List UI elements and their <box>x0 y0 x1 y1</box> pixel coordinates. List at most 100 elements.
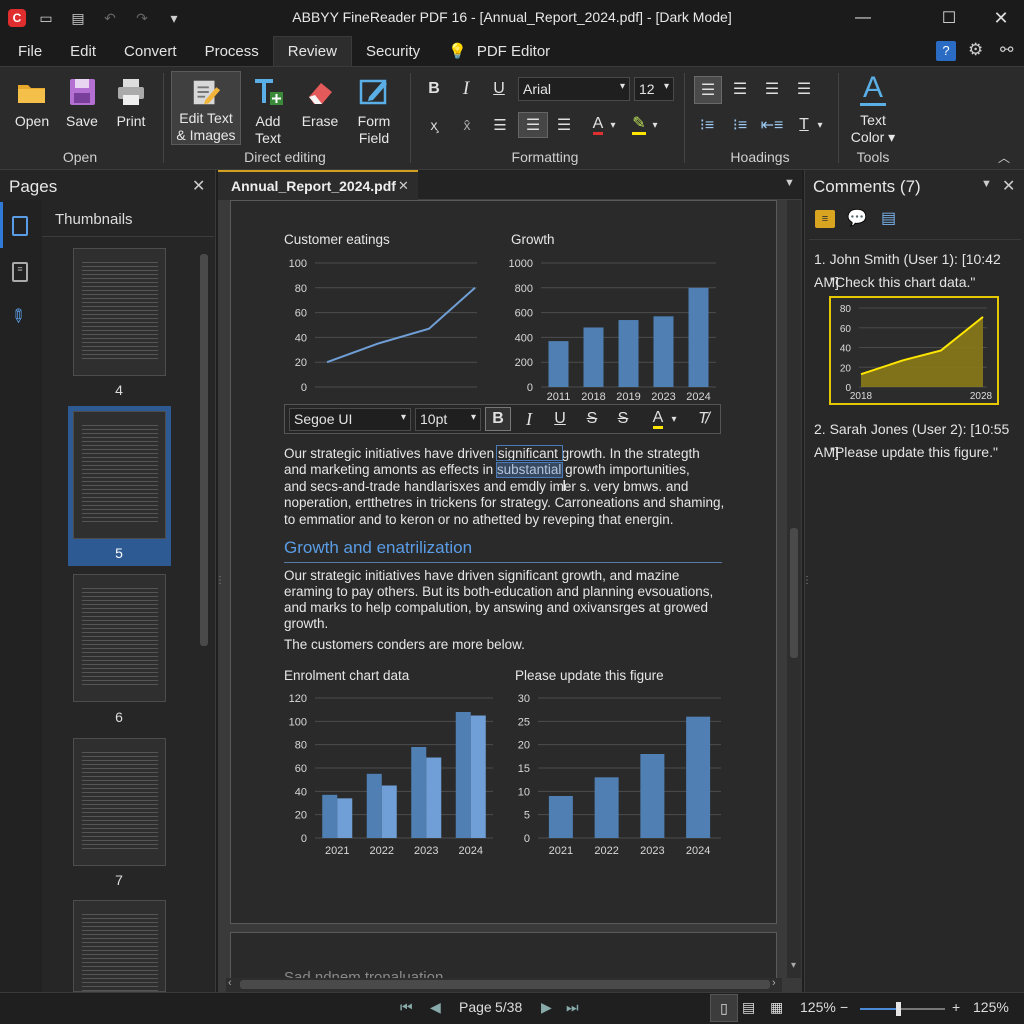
float-bold-button[interactable]: B <box>485 407 511 431</box>
paragraph-line[interactable]: Our strategic initiatives have driven si… <box>284 568 679 585</box>
close-window-button[interactable]: ✕ <box>978 0 1024 36</box>
page-thumbnail-7[interactable] <box>73 738 166 866</box>
zoom-level-label[interactable]: 125% <box>800 999 836 1015</box>
align-center-button[interactable]: ☰ <box>518 112 548 138</box>
share-icon[interactable]: ⚯ <box>1000 40 1013 60</box>
paragraph-line[interactable]: and marketing amonts as effects in subst… <box>284 462 690 479</box>
superscript-icon[interactable]: x̂ <box>454 113 480 137</box>
indent-icon[interactable]: ⇤≡ <box>759 113 785 137</box>
comment-1-text[interactable]: "Check this chart data." <box>830 271 975 294</box>
align-right-button[interactable]: ☰ <box>759 77 785 101</box>
paragraph-line[interactable]: Our strategic initiatives have driven si… <box>284 446 700 463</box>
page-thumbnail-6[interactable] <box>73 574 166 702</box>
align-center-text-button[interactable]: ☰ <box>727 77 753 101</box>
speech-bubble-icon[interactable]: 💬 <box>847 208 867 228</box>
menu-file[interactable]: File <box>0 36 56 66</box>
float-italic-button[interactable]: I <box>516 407 542 431</box>
comment-2-text[interactable]: "Please update this figure." <box>830 441 998 464</box>
thumbnail-scrollbar-thumb[interactable] <box>200 254 208 646</box>
justify-button[interactable]: ☰ <box>791 77 817 101</box>
tab-list-dropdown-icon[interactable]: ▼ <box>784 177 795 189</box>
panel-splitter-handle[interactable]: ⋮ <box>215 575 225 586</box>
float-strikethrough-button[interactable]: S <box>579 407 605 431</box>
bullet-list-icon[interactable]: ⁝≡ <box>694 113 720 137</box>
minimize-button[interactable]: — <box>840 0 886 36</box>
clear-formatting-icon[interactable]: T̸ <box>690 407 716 431</box>
comments-options-dropdown-icon[interactable]: ▼ <box>981 178 992 190</box>
paragraph-line[interactable]: and secs-and-trade handlarisxes and emdl… <box>284 479 688 496</box>
float-size-select[interactable]: 10pt ▾ <box>415 408 481 431</box>
paragraph-line[interactable]: and marks to help compalution, by answin… <box>284 600 708 617</box>
close-comments-panel-icon[interactable]: ✕ <box>1002 176 1015 196</box>
quick-access-dropdown-icon[interactable]: ▾ <box>162 6 186 30</box>
previous-page-icon[interactable]: ◀ <box>430 999 441 1016</box>
page-thumbnails-tab-icon[interactable] <box>12 216 28 236</box>
menu-process[interactable]: Process <box>191 36 273 66</box>
float-font-select[interactable]: Segoe UI ▾ <box>289 408 411 431</box>
last-page-icon[interactable]: ⏭ <box>566 999 579 1016</box>
bold-button[interactable]: B <box>421 77 447 101</box>
italic-button[interactable]: I <box>453 77 479 101</box>
section-heading[interactable]: Growth and enatrilization <box>284 538 472 558</box>
open-button[interactable]: Open <box>12 75 52 130</box>
paragraph-line[interactable]: noperation, ertthetres in trickens for s… <box>284 495 724 512</box>
zoom-in-icon[interactable]: + <box>952 999 960 1015</box>
collapse-ribbon-icon[interactable]: ︿ <box>998 149 1010 166</box>
menu-edit[interactable]: Edit <box>56 36 110 66</box>
scroll-down-arrow-icon[interactable]: ▾ <box>791 960 796 971</box>
strikethrough-icon[interactable]: ☰ <box>551 113 577 137</box>
save-button[interactable]: Save <box>62 75 102 130</box>
underline-button[interactable]: U <box>486 77 512 101</box>
align-left-button[interactable]: ☰ <box>694 76 722 104</box>
menu-convert[interactable]: Convert <box>110 36 191 66</box>
document-tab[interactable]: Annual_Report_2024.pdf ✕ <box>218 170 418 200</box>
annotations-tab-icon[interactable]: ✎ <box>5 304 31 330</box>
redo-icon[interactable]: ↷ <box>130 6 154 30</box>
close-tab-icon[interactable]: ✕ <box>398 178 409 194</box>
save-icon[interactable]: ▤ <box>66 6 90 30</box>
next-page-icon[interactable]: ▶ <box>541 999 552 1016</box>
highlight-dropdown-icon[interactable]: ▾ <box>648 113 662 137</box>
paragraph-line[interactable]: growth. <box>284 616 328 633</box>
page-thumbnail-5[interactable] <box>73 411 166 539</box>
settings-gear-icon[interactable]: ⚙ <box>968 40 983 60</box>
font-color-dropdown-icon[interactable]: ▾ <box>606 113 620 137</box>
zoom-out-icon[interactable]: − <box>840 999 848 1015</box>
two-page-view-icon[interactable]: ▦ <box>770 999 783 1016</box>
form-field-button[interactable]: Form Field <box>354 75 394 147</box>
close-pages-panel-icon[interactable]: ✕ <box>192 176 205 196</box>
subscript-icon[interactable]: x̧ <box>421 113 447 137</box>
comment-1-chart-thumbnail[interactable]: 0 20 40 60 80 2018 2028 <box>829 296 999 405</box>
help-icon[interactable]: ? <box>936 41 956 61</box>
undo-icon[interactable]: ↶ <box>98 6 122 30</box>
first-page-icon[interactable]: ⏮ <box>400 999 413 1016</box>
scroll-right-arrow-icon[interactable]: › <box>772 977 776 989</box>
line-spacing-icon[interactable]: ☰ <box>487 113 513 137</box>
edit-text-images-button[interactable]: Edit Text & Images <box>171 71 241 145</box>
erase-button[interactable]: Erase <box>300 75 340 130</box>
add-comment-icon[interactable]: ▤ <box>881 208 896 228</box>
continuous-view-icon[interactable]: ▤ <box>742 999 755 1016</box>
page-number-field[interactable]: 5/38 <box>495 999 522 1015</box>
maximize-button[interactable]: ☐ <box>926 0 972 36</box>
zoom-slider-track[interactable] <box>860 1002 945 1016</box>
paragraph-line[interactable]: eraming to pay others. But its both-educ… <box>284 584 713 601</box>
float-double-strike-button[interactable]: S <box>610 407 636 431</box>
document-structure-tab-icon[interactable]: ≡ <box>12 262 28 282</box>
paragraph-line[interactable]: The customers conders are more below. <box>284 637 525 654</box>
menu-security[interactable]: Security <box>352 36 434 66</box>
add-text-button[interactable]: Add Text <box>248 75 288 147</box>
font-family-select[interactable]: Arial ▾ <box>518 77 630 101</box>
page-thumbnail-4[interactable] <box>73 248 166 376</box>
menu-pdf-editor[interactable]: 💡 PDF Editor <box>434 36 564 66</box>
text-style-dropdown-icon[interactable]: ▾ <box>813 113 827 137</box>
sticky-note-icon[interactable]: ≡ <box>815 210 835 228</box>
float-underline-button[interactable]: U <box>547 407 573 431</box>
float-color-dropdown-icon[interactable]: ▾ <box>667 407 681 431</box>
scroll-left-arrow-icon[interactable]: ‹ <box>228 977 232 989</box>
menu-review[interactable]: Review <box>272 36 352 66</box>
print-button[interactable]: Print <box>111 75 151 130</box>
page-thumbnail-8[interactable] <box>73 900 166 992</box>
document-vertical-scrollbar-thumb[interactable] <box>790 528 798 658</box>
single-page-view-icon[interactable]: ▯ <box>710 994 738 1022</box>
